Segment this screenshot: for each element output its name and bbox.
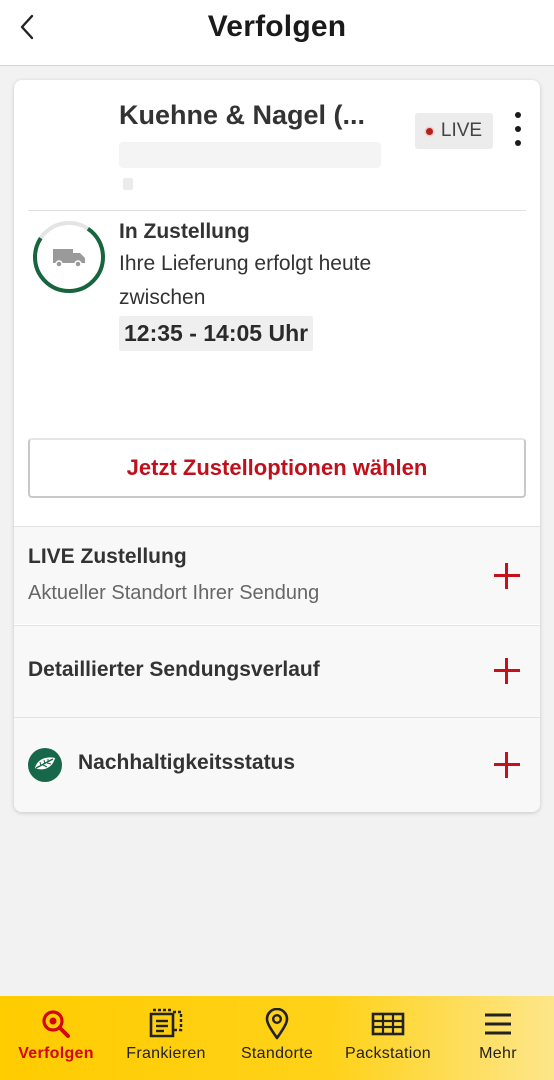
tab-mehr[interactable]: Mehr — [448, 996, 548, 1080]
leaf-icon — [28, 748, 62, 782]
redacted-detail — [123, 178, 133, 190]
tab-frankieren[interactable]: Frankieren — [116, 996, 216, 1080]
more-options-button[interactable] — [507, 112, 529, 146]
status-description: Ihre Lieferung erfolgt heute zwischen — [119, 252, 372, 309]
tab-label: Standorte — [240, 1045, 314, 1062]
status-title: In Zustellung — [119, 220, 250, 243]
delivery-options-button[interactable]: Jetzt Zustelloptionen wählen — [28, 438, 526, 498]
expand-plus-icon[interactable] — [494, 563, 520, 589]
tab-label: Packstation — [344, 1045, 431, 1062]
app-header: Verfolgen — [0, 0, 554, 66]
divider — [28, 210, 526, 211]
shipment-card: Kuehne & Nagel (... LIVE In Zustellung I… — [14, 80, 540, 812]
live-tracking-section[interactable]: LIVE Zustellung Aktueller Standort Ihrer… — [14, 526, 540, 624]
packstation-icon — [371, 1012, 405, 1036]
live-badge-label: LIVE — [440, 120, 483, 141]
van-icon — [53, 249, 85, 268]
shipment-history-section[interactable]: Detaillierter Sendungsverlauf — [14, 625, 540, 717]
section-title: LIVE Zustellung — [28, 545, 187, 568]
redacted-tracking-number — [119, 142, 381, 168]
sustainability-section[interactable]: Nachhaltigkeitsstatus — [14, 717, 540, 812]
menu-icon — [485, 1013, 511, 1035]
tab-label: Frankieren — [126, 1045, 206, 1062]
expand-plus-icon[interactable] — [494, 658, 520, 684]
bottom-tab-bar: Verfolgen Frankieren Standorte Packstati… — [0, 996, 554, 1080]
expand-plus-icon[interactable] — [494, 752, 520, 778]
search-icon — [42, 1010, 70, 1038]
section-title: Nachhaltigkeitsstatus — [78, 751, 296, 774]
delivery-progress-ring — [33, 221, 105, 293]
tab-packstation[interactable]: Packstation — [336, 996, 440, 1080]
section-subtitle: Aktueller Standort Ihrer Sendung — [28, 582, 320, 604]
tab-label: Verfolgen — [18, 1045, 94, 1062]
section-title: Detaillierter Sendungsverlauf — [28, 658, 320, 681]
carrier-name: Kuehne & Nagel (... — [119, 100, 366, 130]
tab-label: Mehr — [479, 1045, 517, 1062]
more-dot-icon — [515, 126, 521, 132]
delivery-time-window: 12:35 - 14:05 Uhr — [119, 316, 314, 351]
page-title: Verfolgen — [207, 10, 347, 43]
more-dot-icon — [515, 112, 521, 118]
live-dot-icon — [425, 127, 433, 135]
location-pin-icon — [265, 1008, 289, 1040]
live-badge: LIVE — [415, 113, 493, 149]
more-dot-icon — [515, 140, 521, 146]
tab-verfolgen[interactable]: Verfolgen — [6, 996, 106, 1080]
stamp-icon — [149, 1008, 183, 1038]
tab-standorte[interactable]: Standorte — [227, 996, 327, 1080]
